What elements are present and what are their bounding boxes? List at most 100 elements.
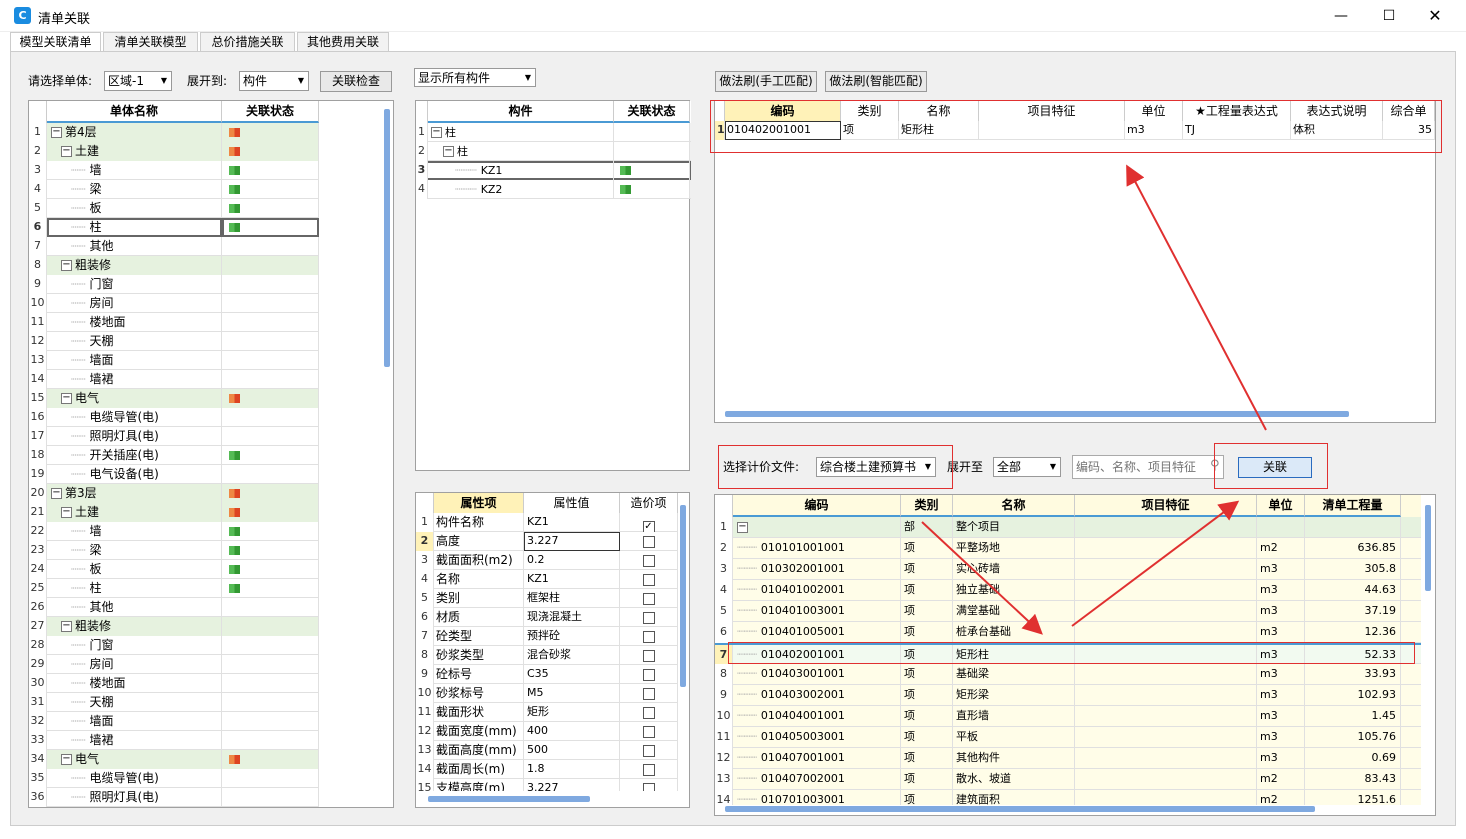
col-link-status[interactable]: 关联状态 [222, 101, 319, 123]
cost-item-checkbox[interactable] [642, 726, 655, 738]
collapse-toggle-icon[interactable]: − [61, 393, 72, 404]
tree-row[interactable]: 4 ┈┈ 梁 [29, 180, 319, 199]
tree-node-name[interactable]: ┈┈ 门窗 [47, 275, 222, 294]
property-value[interactable]: 现浇混凝土 [524, 608, 620, 627]
tree-node-name[interactable]: ┈┈ 楼地面 [47, 674, 222, 693]
list-unit[interactable]: m3 [1257, 748, 1305, 769]
list-code[interactable]: ┈┈┈ 010302001001 [733, 559, 901, 580]
tree-row[interactable]: 11 ┈┈ 楼地面 [29, 313, 319, 332]
list-qty[interactable]: 102.93 [1305, 685, 1401, 706]
cost-item-checkbox[interactable] [642, 593, 655, 605]
property-row[interactable]: 8 砂浆类型 混合砂浆 [416, 646, 678, 665]
tree-node-name[interactable]: − 电气 [47, 750, 222, 769]
collapse-toggle-icon[interactable]: − [61, 146, 72, 157]
property-row[interactable]: 9 砼标号 C35 [416, 665, 678, 684]
tree-node-name[interactable]: ┈┈ 照明灯具(电) [47, 788, 222, 807]
tree-node-name[interactable]: ┈┈ 开关插座(电) [47, 446, 222, 465]
unit-select[interactable]: 区域-1 [104, 71, 172, 91]
collapse-toggle-icon[interactable]: − [61, 621, 72, 632]
component-name[interactable]: ┈┈┈ KZ2 [428, 180, 614, 199]
list-row[interactable]: 11 ┈┈┈ 010405003001 项平板 m3 105.76 [715, 727, 1421, 748]
list-hscrollbar[interactable] [725, 806, 1315, 812]
list-feature[interactable] [1075, 559, 1257, 580]
tree-row[interactable]: 33 ┈┈ 墙裙 [29, 731, 319, 750]
property-row[interactable]: 10 砂浆标号 M5 [416, 684, 678, 703]
list-row[interactable]: 9 ┈┈┈ 010403002001 项矩形梁 m3 102.93 [715, 685, 1421, 706]
tree-node-name[interactable]: ┈┈ 板 [47, 560, 222, 579]
component-row[interactable]: 4 ┈┈┈ KZ2 [416, 180, 691, 199]
list-qty[interactable]: 105.76 [1305, 727, 1401, 748]
list-code[interactable]: ┈┈┈ 010403001001 [733, 664, 901, 685]
list-name[interactable]: 基础梁 [953, 664, 1075, 685]
list-name[interactable]: 直形墙 [953, 706, 1075, 727]
list-name[interactable]: 其他构件 [953, 748, 1075, 769]
list-feature[interactable] [1075, 538, 1257, 559]
property-row[interactable]: 3 截面面积(m2) 0.2 [416, 551, 678, 570]
list-type[interactable]: 项 [901, 580, 953, 601]
collapse-toggle-icon[interactable]: − [51, 127, 62, 138]
tree-row[interactable]: 22 ┈┈ 墙 [29, 522, 319, 541]
tree-row[interactable]: 25 ┈┈ 柱 [29, 579, 319, 598]
list-row[interactable]: 8 ┈┈┈ 010403001001 项基础梁 m3 33.93 [715, 664, 1421, 685]
property-row[interactable]: 1 构件名称 KZ1 ✓ [416, 513, 678, 532]
property-value[interactable]: 3.227 [524, 532, 620, 551]
list-code[interactable]: ┈┈┈ 010407002001 [733, 769, 901, 790]
tree-row[interactable]: 8− 粗装修 [29, 256, 319, 275]
tree-node-name[interactable]: ┈┈ 墙 [47, 161, 222, 180]
tree-row[interactable]: 10 ┈┈ 房间 [29, 294, 319, 313]
col-component[interactable]: 构件 [428, 101, 614, 123]
tree-row[interactable]: 17 ┈┈ 照明灯具(电) [29, 427, 319, 446]
property-value[interactable]: 3.227 [524, 779, 620, 791]
cost-item-checkbox[interactable] [642, 536, 655, 548]
collapse-toggle-icon[interactable]: − [737, 521, 748, 533]
tree-node-name[interactable]: ┈┈ 天棚 [47, 693, 222, 712]
property-value[interactable]: C35 [524, 665, 620, 684]
list-qty[interactable]: 83.43 [1305, 769, 1401, 790]
list-row[interactable]: 1− 部整个项目 [715, 517, 1421, 538]
list-type[interactable]: 项 [901, 790, 953, 805]
list-qty[interactable]: 44.63 [1305, 580, 1401, 601]
list-type[interactable]: 项 [901, 769, 953, 790]
list-unit[interactable]: m3 [1257, 727, 1305, 748]
list-name[interactable]: 平整场地 [953, 538, 1075, 559]
tree-node-name[interactable]: ┈┈ 房间 [47, 655, 222, 674]
tree-node-name[interactable]: ┈┈ 墙面 [47, 351, 222, 370]
tree-row[interactable]: 15− 电气 [29, 389, 319, 408]
collapse-toggle-icon[interactable]: − [61, 260, 72, 271]
minimize-button[interactable]: — [1326, 4, 1356, 28]
list-type[interactable]: 项 [901, 748, 953, 769]
cost-item-checkbox[interactable] [642, 764, 655, 776]
list-code[interactable]: ┈┈┈ 010701003001 [733, 790, 901, 805]
list-name[interactable]: 矩形梁 [953, 685, 1075, 706]
component-row[interactable]: 2− 柱 [416, 142, 691, 161]
list-code[interactable]: ┈┈┈ 010401005001 [733, 622, 901, 643]
property-value[interactable]: KZ1 [524, 570, 620, 589]
tree-node-name[interactable]: ┈┈ 墙 [47, 522, 222, 541]
list-feature[interactable] [1075, 622, 1257, 643]
tree-node-name[interactable]: ┈┈ 墙裙 [47, 370, 222, 389]
cost-item-checkbox[interactable] [642, 783, 655, 791]
property-value[interactable]: 框架柱 [524, 589, 620, 608]
method-hscrollbar[interactable] [725, 411, 1349, 417]
list-row[interactable]: 12 ┈┈┈ 010407001001 项其他构件 m3 0.69 [715, 748, 1421, 769]
list-qty[interactable] [1305, 517, 1401, 538]
method-brush-manual-button[interactable]: 做法刷(手工匹配) [715, 71, 817, 92]
tree-node-name[interactable]: ┈┈ 其他 [47, 237, 222, 256]
tree-node-name[interactable]: − 第4层 [47, 123, 222, 142]
list-qty[interactable]: 37.19 [1305, 601, 1401, 622]
cost-item-checkbox[interactable] [642, 574, 655, 586]
list-feature[interactable] [1075, 664, 1257, 685]
tree-row[interactable]: 23 ┈┈ 梁 [29, 541, 319, 560]
tab-model-link-list[interactable]: 模型关联清单 [10, 32, 101, 53]
list-name[interactable]: 散水、坡道 [953, 769, 1075, 790]
list-unit[interactable]: m3 [1257, 622, 1305, 643]
col-rb-qty[interactable]: 清单工程量 [1305, 495, 1401, 517]
col-rb-feature[interactable]: 项目特征 [1075, 495, 1257, 517]
property-value[interactable]: KZ1 [524, 513, 620, 532]
col-prop-name[interactable]: 属性项 [434, 493, 524, 513]
property-row[interactable]: 12 截面宽度(mm) 400 [416, 722, 678, 741]
tree-node-name[interactable]: − 粗装修 [47, 256, 222, 275]
tree-row[interactable]: 2− 土建 [29, 142, 319, 161]
list-qty[interactable]: 0.69 [1305, 748, 1401, 769]
tree-node-name[interactable]: ┈┈ 梁 [47, 541, 222, 560]
